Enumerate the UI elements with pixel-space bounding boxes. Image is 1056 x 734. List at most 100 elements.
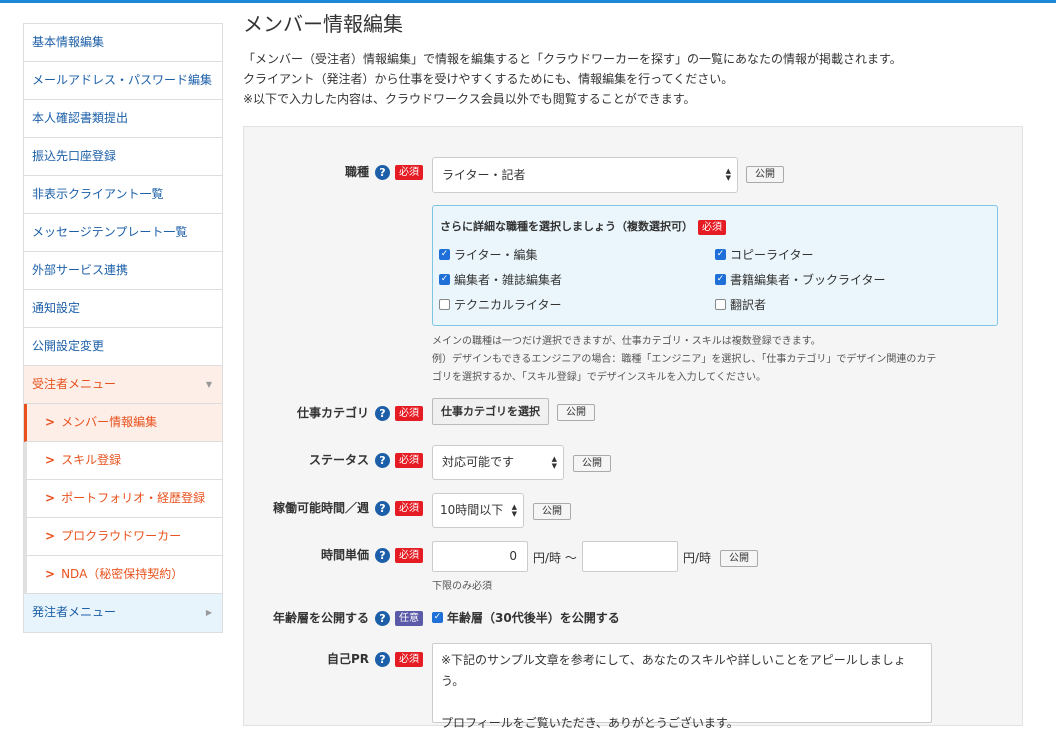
sidebar-sub-pro-crowdworker[interactable]: > プロクラウドワーカー — [24, 518, 222, 556]
rate-min-input[interactable]: 0 — [432, 541, 528, 572]
sidebar-item-identity-docs[interactable]: 本人確認書類提出 — [24, 100, 222, 138]
job-option-technical-writer[interactable]: テクニカルライター — [439, 296, 562, 313]
age-label-group: 年齢層を公開する? 任意 — [273, 609, 423, 626]
sidebar-sub-skills[interactable]: > スキル登録 — [24, 442, 222, 480]
job-option-label: 翻訳者 — [730, 298, 767, 312]
chevron-right-icon: > — [45, 491, 56, 505]
sidebar-item-message-templates[interactable]: メッセージテンプレート一覧 — [24, 214, 222, 252]
checkbox-checked-icon: ✓ — [439, 274, 450, 285]
category-public-button[interactable]: 公開 — [557, 404, 595, 421]
rate-label: 時間単価 — [320, 548, 369, 562]
checkbox-checked-icon: ✓ — [715, 274, 726, 285]
sidebar-sub-label: プロクラウドワーカー — [61, 529, 182, 543]
intro-line: 「メンバー（受注者）情報編集」で情報を編集すると「クラウドワーカーを探す」の一覧… — [243, 52, 902, 66]
select-arrows-icon: ▲ ▼ — [511, 502, 517, 518]
age-checkbox-label: 年齢層（30代後半）を公開する — [447, 611, 620, 625]
caret-down-icon: ▼ — [205, 380, 212, 389]
sidebar-item-bank-account[interactable]: 振込先口座登録 — [24, 138, 222, 176]
sidebar-sub-label: メンバー情報編集 — [61, 415, 158, 429]
job-option-label: テクニカルライター — [454, 298, 562, 312]
job-public-button[interactable]: 公開 — [746, 166, 784, 183]
hours-label: 稼働可能時間／週 — [272, 501, 369, 515]
intro-line: ※以下で入力した内容は、クラウドワークス会員以外でも閲覧することができます。 — [243, 92, 696, 106]
job-option-book-editor[interactable]: ✓ 書籍編集者・ブックライター — [715, 271, 886, 288]
required-badge: 必須 — [395, 165, 423, 180]
chevron-right-icon: > — [45, 453, 56, 467]
required-badge: 必須 — [395, 501, 423, 516]
job-label: 職種 — [344, 165, 369, 179]
sidebar-sub-label: スキル登録 — [61, 453, 122, 467]
required-badge: 必須 — [698, 219, 726, 235]
chevron-right-icon: > — [45, 567, 56, 581]
sidebar-item-basic-info[interactable]: 基本情報編集 — [24, 24, 222, 62]
job-option-label: コピーライター — [730, 248, 814, 262]
help-icon[interactable]: ? — [375, 165, 390, 180]
help-icon[interactable]: ? — [375, 652, 390, 667]
select-category-button[interactable]: 仕事カテゴリを選択 — [432, 398, 549, 425]
chevron-right-icon: > — [45, 529, 56, 543]
caret-right-icon: ▶ — [205, 608, 212, 617]
sidebar-item-email-password[interactable]: メールアドレス・パスワード編集 — [24, 62, 222, 100]
job-option-magazine-editor[interactable]: ✓ 編集者・雑誌編集者 — [439, 271, 562, 288]
sidebar-item-external-services[interactable]: 外部サービス連携 — [24, 252, 222, 290]
rate-public-button[interactable]: 公開 — [720, 550, 758, 567]
sidebar-section-contractor[interactable]: 受注者メニュー ▼ — [24, 366, 222, 404]
rate-max-input[interactable] — [582, 541, 678, 572]
hours-label-group: 稼働可能時間／週? 必須 — [273, 499, 423, 516]
job-select[interactable]: ライター・記者 ▲ ▼ — [432, 157, 738, 193]
job-option-label: ライター・編集 — [454, 248, 538, 262]
category-label: 仕事カテゴリ — [296, 406, 369, 420]
rate-unit-text: 円/時 — [533, 551, 562, 565]
help-icon[interactable]: ? — [375, 453, 390, 468]
job-detail-header: さらに詳細な職種を選択しましょう（複数選択可） 必須 — [440, 218, 726, 235]
sidebar-sub-label: NDA（秘密保持契約） — [61, 567, 184, 581]
job-option-writer-editor[interactable]: ✓ ライター・編集 — [439, 246, 538, 263]
status-public-button[interactable]: 公開 — [573, 455, 611, 472]
required-badge: 必須 — [395, 548, 423, 563]
pr-textarea[interactable]: ※下記のサンプル文章を参考にして、あなたのスキルや詳しいことをアピールしましょ … — [432, 643, 932, 730]
checkbox-checked-icon: ✓ — [432, 612, 443, 623]
sidebar-sub-nda[interactable]: > NDA（秘密保持契約） — [24, 556, 222, 594]
hours-public-button[interactable]: 公開 — [533, 503, 571, 520]
sidebar-item-notifications[interactable]: 通知設定 — [24, 290, 222, 328]
pr-line: う。 — [441, 674, 465, 688]
category-label-group: 仕事カテゴリ? 必須 — [297, 404, 423, 421]
pr-label-group: 自己PR? 必須 — [327, 650, 423, 667]
job-option-label: 編集者・雑誌編集者 — [454, 273, 563, 287]
sidebar-item-visibility[interactable]: 公開設定変更 — [24, 328, 222, 366]
help-icon[interactable]: ? — [375, 611, 390, 626]
help-icon[interactable]: ? — [375, 501, 390, 516]
help-icon[interactable]: ? — [375, 406, 390, 421]
sidebar-section-client[interactable]: 発注者メニュー ▶ — [24, 594, 222, 632]
rate-max-unit: 円/時 — [683, 551, 712, 565]
rate-tilde: 〜 — [564, 551, 577, 565]
help-icon[interactable]: ? — [375, 548, 390, 563]
job-note: メインの職種は一つだけ選択できますが、仕事カテゴリ・スキルは複数登録できます。 … — [432, 333, 936, 387]
pr-label: 自己PR — [326, 652, 369, 666]
sidebar-sub-member-info[interactable]: > メンバー情報編集 — [24, 404, 222, 442]
age-public-checkbox[interactable]: ✓ 年齢層（30代後半）を公開する — [432, 609, 620, 626]
sidebar: 基本情報編集 メールアドレス・パスワード編集 本人確認書類提出 振込先口座登録 … — [23, 23, 223, 633]
sidebar-sub-portfolio[interactable]: > ポートフォリオ・経歴登録 — [24, 480, 222, 518]
pr-line: プロフィールをご覧いただき、ありがとうございます。 — [441, 716, 739, 730]
status-select[interactable]: 対応可能です ▲ ▼ — [432, 445, 564, 480]
job-option-copywriter[interactable]: ✓ コピーライター — [715, 246, 814, 263]
sidebar-item-hidden-clients[interactable]: 非表示クライアント一覧 — [24, 176, 222, 214]
job-detail-header-text: さらに詳細な職種を選択しましょう（複数選択可） — [440, 220, 693, 233]
intro-line: クライアント（発注者）から仕事を受けやすくするためにも、情報編集を行ってください… — [243, 72, 734, 86]
checkbox-unchecked-icon — [439, 299, 450, 310]
checkbox-checked-icon: ✓ — [439, 249, 450, 260]
chevron-right-icon: > — [45, 415, 56, 429]
rate-min-unit: 円/時 〜 — [533, 549, 577, 566]
hours-select[interactable]: 10時間以下 ▲ ▼ — [432, 493, 524, 528]
job-note-line: ゴリを選択するか、「スキル登録」でデザインスキルを入力してください。 — [432, 372, 766, 383]
job-select-value: ライター・記者 — [442, 168, 526, 182]
checkbox-checked-icon: ✓ — [715, 249, 726, 260]
sidebar-sub-label: ポートフォリオ・経歴登録 — [61, 491, 206, 505]
job-option-translator[interactable]: 翻訳者 — [715, 296, 766, 313]
optional-badge: 任意 — [395, 611, 423, 626]
age-label: 年齢層を公開する — [272, 611, 369, 625]
rate-note: 下限のみ必須 — [432, 581, 492, 592]
pr-line: ※下記のサンプル文章を参考にして、あなたのスキルや詳しいことをアピールしましょ — [441, 653, 906, 667]
page-intro: 「メンバー（受注者）情報編集」で情報を編集すると「クラウドワーカーを探す」の一覧… — [243, 49, 902, 109]
